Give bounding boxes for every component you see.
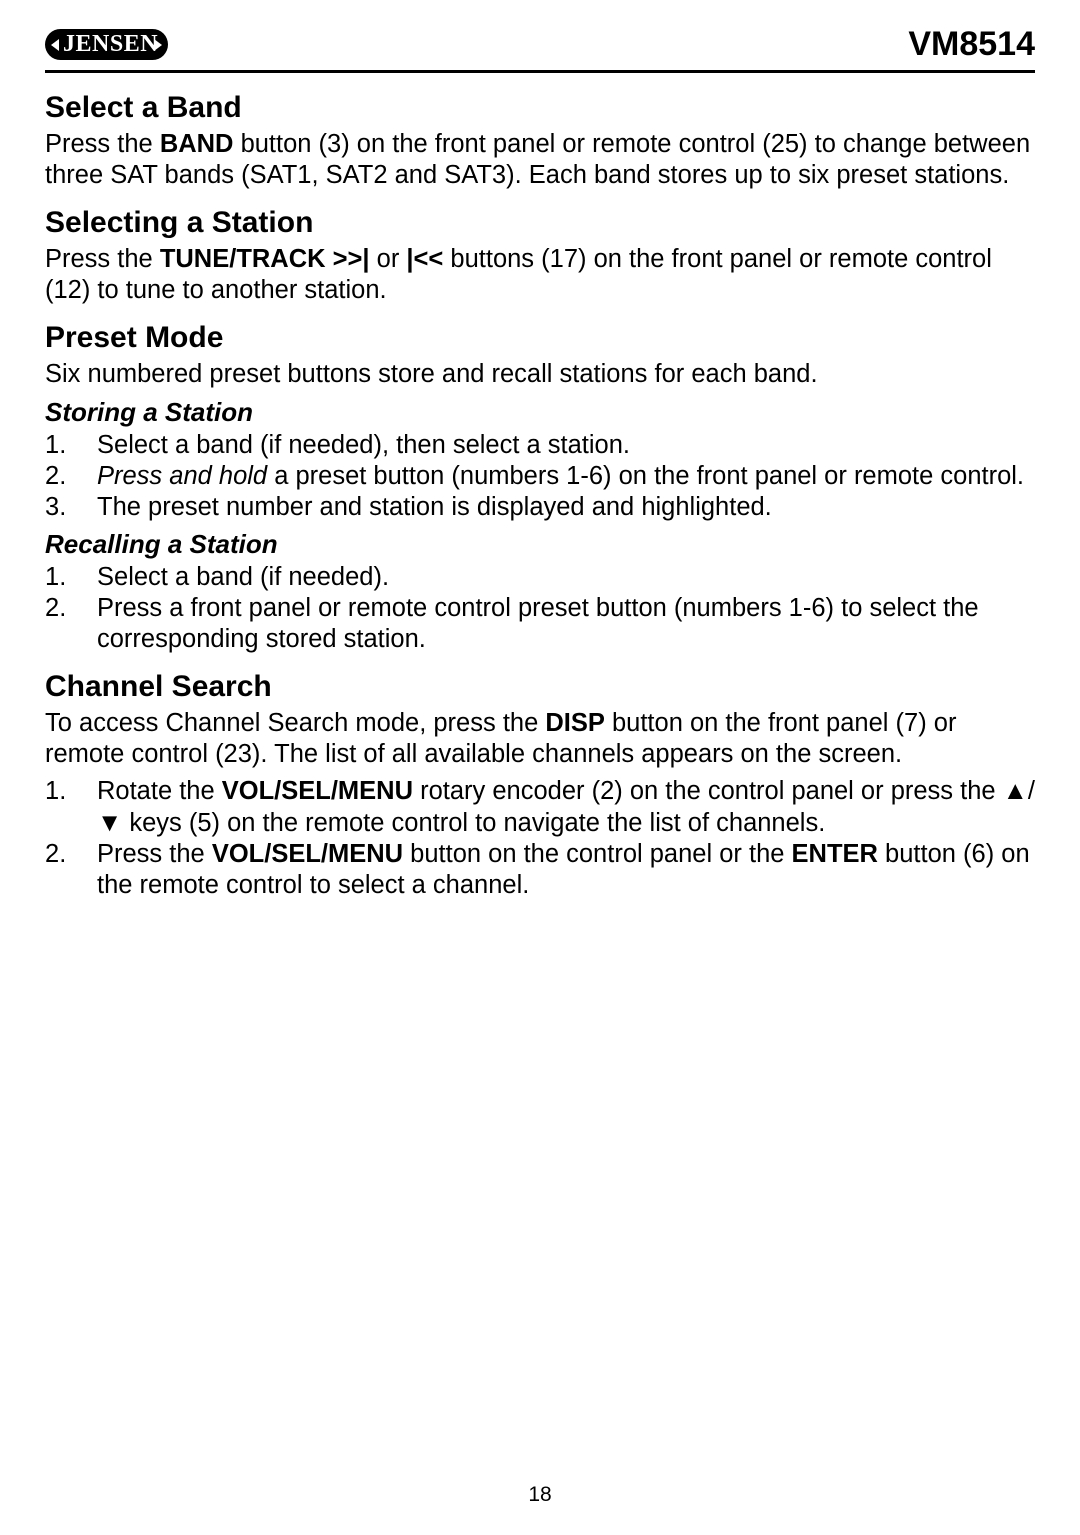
text-fragment: Press the — [45, 130, 160, 158]
heading-channel-search: Channel Search — [45, 670, 1035, 704]
list-storing-steps: Select a band (if needed), then select a… — [45, 430, 1035, 523]
list-item: Press a front panel or remote control pr… — [45, 593, 1035, 655]
text-italic: Press and hold — [97, 462, 267, 490]
text-fragment: keys (5) on the remote control to naviga… — [122, 809, 825, 837]
list-item: Select a band (if needed), then select a… — [45, 430, 1035, 461]
list-item: Press and hold a preset button (numbers … — [45, 461, 1035, 492]
text-bold-enter: ENTER — [792, 840, 878, 868]
text-fragment: To access Channel Search mode, press the — [45, 709, 545, 737]
text-fragment: Press the — [97, 840, 212, 868]
text-bold-tune-prev: |<< — [406, 245, 443, 273]
text-bold-volselmenu: VOL/SEL/MENU — [222, 777, 413, 805]
page-header: JENSEN VM8514 — [45, 25, 1035, 73]
text-select-band: Press the BAND button (3) on the front p… — [45, 129, 1035, 191]
list-channel-steps: Rotate the VOL/SEL/MENU rotary encoder (… — [45, 776, 1035, 900]
text-fragment: Rotate the — [97, 777, 222, 805]
text-selecting-station: Press the TUNE/TRACK >>| or |<< buttons … — [45, 244, 1035, 306]
list-item: Rotate the VOL/SEL/MENU rotary encoder (… — [45, 776, 1035, 838]
subheading-recalling: Recalling a Station — [45, 529, 1035, 560]
heading-selecting-station: Selecting a Station — [45, 206, 1035, 240]
text-preset-intro: Six numbered preset buttons store and re… — [45, 359, 1035, 390]
text-bold-disp: DISP — [545, 709, 605, 737]
heading-select-band: Select a Band — [45, 91, 1035, 125]
list-item: The preset number and station is display… — [45, 492, 1035, 523]
text-fragment: Press the — [45, 245, 160, 273]
heading-preset-mode: Preset Mode — [45, 321, 1035, 355]
text-channel-intro: To access Channel Search mode, press the… — [45, 708, 1035, 770]
model-number: VM8514 — [908, 25, 1035, 64]
list-item: Press the VOL/SEL/MENU button on the con… — [45, 839, 1035, 901]
text-fragment: button on the control panel or the — [403, 840, 791, 868]
brand-logo: JENSEN — [45, 29, 168, 60]
text-fragment: rotary encoder (2) on the control panel … — [413, 777, 1003, 805]
text-bold-volselmenu: VOL/SEL/MENU — [212, 840, 403, 868]
list-recalling-steps: Select a band (if needed). Press a front… — [45, 562, 1035, 655]
text-bold-tune-next: TUNE/TRACK >>| — [160, 245, 370, 273]
list-item: Select a band (if needed). — [45, 562, 1035, 593]
subheading-storing: Storing a Station — [45, 397, 1035, 428]
text-bold-band: BAND — [160, 130, 234, 158]
text-fragment: a preset button (numbers 1-6) on the fro… — [267, 462, 1024, 490]
text-fragment: or — [370, 245, 407, 273]
page-number: 18 — [0, 1483, 1080, 1507]
